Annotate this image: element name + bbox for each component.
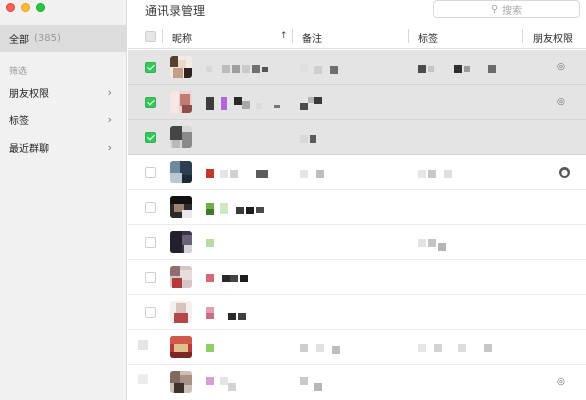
sort-ascending-icon[interactable]: ↑ — [280, 31, 288, 41]
zoom-window-button[interactable] — [36, 3, 45, 12]
avatar[interactable] — [170, 196, 192, 218]
sidebar-item-tags[interactable]: 标签 › — [0, 107, 126, 131]
sidebar-item-label: 最近群聊 — [9, 143, 49, 155]
sidebar-item-label: 标签 — [9, 115, 29, 127]
nickname-cell — [206, 274, 266, 284]
sidebar-item-all[interactable]: 全部 (385) — [0, 25, 126, 52]
column-divider — [292, 29, 293, 43]
remark-cell — [300, 344, 360, 354]
column-header-label: 备注 — [302, 34, 322, 45]
table-row[interactable]: ● — [128, 155, 586, 190]
table-row[interactable]: ◎ — [128, 50, 586, 85]
avatar[interactable] — [170, 161, 192, 183]
column-divider — [408, 29, 409, 43]
avatar[interactable] — [170, 126, 192, 148]
remark-cell — [300, 170, 340, 179]
table-row[interactable] — [128, 260, 586, 295]
search-icon: ⚲ — [490, 3, 499, 15]
remark-cell — [300, 377, 330, 391]
nickname-cell — [206, 169, 296, 179]
column-header-label: 标签 — [418, 34, 438, 45]
table-row[interactable] — [128, 295, 586, 330]
tags-cell — [418, 170, 458, 179]
avatar[interactable] — [170, 231, 192, 253]
tags-cell — [418, 344, 508, 354]
nickname-cell — [206, 307, 266, 321]
table-row[interactable]: ◎ — [128, 85, 586, 120]
row-checkbox[interactable] — [145, 167, 156, 178]
nickname-cell — [206, 239, 226, 249]
row-checkbox[interactable] — [145, 272, 156, 283]
chevron-right-icon: › — [107, 140, 112, 154]
column-header-friend-permission[interactable]: 朋友权限 — [533, 30, 573, 45]
column-header-nickname[interactable]: 昵称 — [172, 30, 192, 45]
tags-cell — [418, 65, 508, 74]
sidebar: 全部 (385) 筛选 朋友权限 › 标签 › 最近群聊 › — [0, 0, 127, 400]
row-checkbox[interactable] — [145, 97, 156, 108]
sidebar-all-label: 全部 — [9, 35, 29, 46]
column-divider — [522, 29, 523, 43]
sidebar-item-friend-permissions[interactable]: 朋友权限 › — [0, 80, 126, 104]
minimize-window-button[interactable] — [21, 3, 30, 12]
sidebar-all-count: (385) — [34, 33, 61, 44]
table-row[interactable] — [128, 120, 586, 155]
column-header-tags[interactable]: 标签 — [418, 30, 438, 45]
filter-section-label: 筛选 — [9, 67, 28, 77]
avatar[interactable] — [170, 336, 192, 358]
sidebar-item-label: 朋友权限 — [9, 88, 49, 100]
avatar[interactable] — [170, 371, 192, 393]
tags-cell — [418, 239, 458, 251]
avatar[interactable] — [170, 56, 192, 78]
row-checkbox[interactable] — [145, 62, 156, 73]
window-controls — [6, 3, 45, 12]
search-input[interactable]: ⚲ 搜索 — [433, 0, 580, 18]
row-checkbox[interactable] — [145, 307, 156, 318]
avatar[interactable] — [170, 266, 192, 288]
remark-cell — [300, 64, 340, 74]
hidden-eye-icon: ◎ — [557, 62, 565, 72]
hidden-eye-icon: ◎ — [557, 97, 565, 107]
row-index-marker — [138, 340, 148, 350]
window-title: 通讯录管理 — [145, 4, 206, 18]
table-header: 昵称 ↑ 备注 标签 朋友权限 — [128, 25, 586, 49]
table-row[interactable] — [128, 190, 586, 225]
avatar[interactable] — [170, 91, 192, 113]
sidebar-item-recent-groups[interactable]: 最近群聊 › — [0, 135, 126, 159]
chevron-right-icon: › — [107, 85, 112, 99]
avatar[interactable] — [170, 301, 192, 323]
column-header-label: 昵称 — [172, 34, 192, 45]
column-divider — [162, 29, 163, 43]
select-all-checkbox[interactable] — [145, 31, 156, 42]
nickname-cell — [206, 344, 226, 354]
row-checkbox[interactable] — [145, 237, 156, 248]
user-badge-icon: ● — [559, 167, 570, 178]
remark-cell — [300, 97, 340, 111]
remark-cell — [300, 135, 330, 144]
row-checkbox[interactable] — [145, 132, 156, 143]
table-row[interactable]: ◎ — [128, 365, 586, 400]
chevron-right-icon: › — [107, 112, 112, 126]
nickname-cell — [206, 203, 276, 215]
contacts-table: ◎ ◎ ● ◎ — [128, 50, 586, 400]
nickname-cell — [206, 65, 276, 74]
nickname-cell — [206, 377, 246, 391]
column-header-remark[interactable]: 备注 — [302, 30, 322, 45]
row-index-marker — [138, 374, 148, 384]
search-placeholder: 搜索 — [502, 5, 523, 17]
column-header-label: 朋友权限 — [533, 34, 573, 45]
table-row[interactable] — [128, 330, 586, 365]
row-checkbox[interactable] — [145, 202, 156, 213]
nickname-cell — [206, 97, 286, 111]
table-row[interactable] — [128, 225, 586, 260]
close-window-button[interactable] — [6, 3, 15, 12]
hidden-eye-icon: ◎ — [557, 377, 565, 387]
